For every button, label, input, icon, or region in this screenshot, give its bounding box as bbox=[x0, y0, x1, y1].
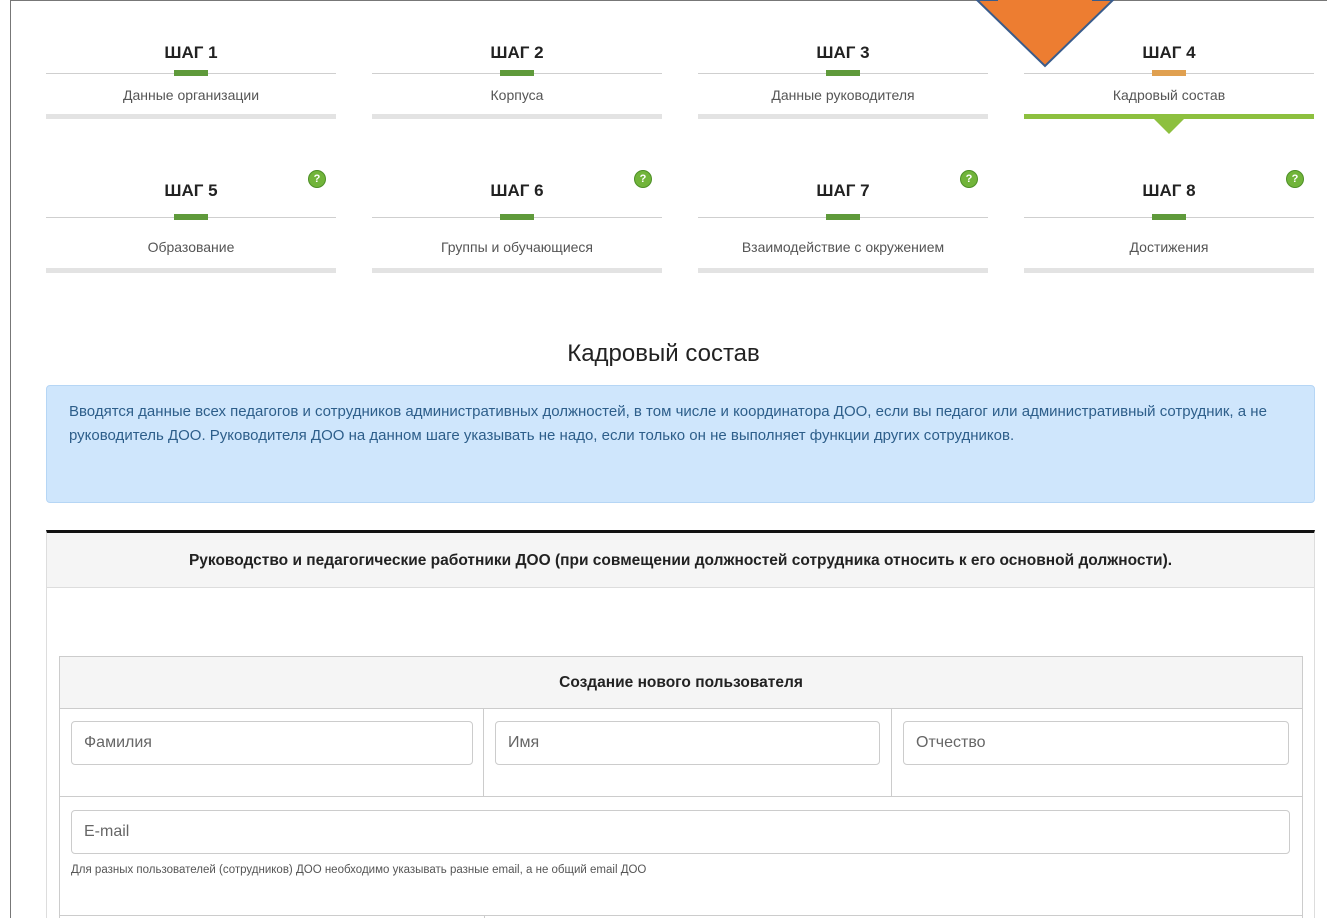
name-cell: Имя bbox=[484, 709, 892, 797]
step-status-mark bbox=[500, 70, 534, 76]
help-icon[interactable]: ? bbox=[1286, 170, 1304, 188]
frame-top-line bbox=[10, 0, 1327, 1]
step-label: Образование bbox=[147, 239, 235, 255]
step-2[interactable]: ШАГ 2 Корпуса bbox=[372, 5, 662, 135]
step-label: Группы и обучающиеся bbox=[440, 239, 594, 255]
step-title: ШАГ 8 bbox=[1142, 181, 1196, 200]
info-alert: Вводятся данные всех педагогов и сотрудн… bbox=[46, 385, 1315, 503]
step-status-mark bbox=[174, 70, 208, 76]
step-title: ШАГ 2 bbox=[490, 43, 544, 62]
step-title: ШАГ 1 bbox=[164, 43, 218, 62]
step-1[interactable]: ШАГ 1 Данные организации bbox=[46, 5, 336, 135]
patronymic-cell: Отчество bbox=[892, 709, 1302, 797]
step-bar bbox=[372, 268, 662, 273]
step-5[interactable]: ШАГ 5 ? Образование bbox=[46, 139, 336, 273]
email-input[interactable]: E-mail bbox=[71, 810, 1290, 854]
step-status-mark bbox=[174, 214, 208, 220]
help-icon[interactable]: ? bbox=[634, 170, 652, 188]
step-status-mark bbox=[1152, 214, 1186, 220]
panel-heading: Руководство и педагогические работники Д… bbox=[47, 533, 1314, 588]
step-label: Кадровый состав bbox=[1112, 87, 1226, 103]
step-7[interactable]: ШАГ 7 ? Взаимодействие с окружением bbox=[698, 139, 988, 273]
page-title: Кадровый состав bbox=[567, 340, 760, 367]
step-status-mark bbox=[826, 214, 860, 220]
email-hint: Для разных пользователей (сотрудников) Д… bbox=[71, 864, 647, 876]
staff-panel: Руководство и педагогические работники Д… bbox=[46, 530, 1315, 918]
frame-left-line bbox=[10, 0, 11, 918]
step-title: ШАГ 3 bbox=[816, 43, 870, 62]
step-bar bbox=[46, 268, 336, 273]
step-label: Корпуса bbox=[490, 87, 544, 103]
info-text: Вводятся данные всех педагогов и сотрудн… bbox=[69, 403, 1267, 444]
surname-input[interactable]: Фамилия bbox=[71, 721, 473, 765]
email-row: E-mail Для разных пользователей (сотрудн… bbox=[60, 798, 1302, 916]
step-label: Данные организации bbox=[122, 87, 260, 103]
step-title: ШАГ 5 bbox=[164, 181, 218, 200]
step-status-mark bbox=[1152, 70, 1186, 76]
step-bar bbox=[698, 268, 988, 273]
step-label: Данные руководителя bbox=[771, 87, 915, 103]
step-8[interactable]: ШАГ 8 ? Достижения bbox=[1024, 139, 1314, 273]
step-6[interactable]: ШАГ 6 ? Группы и обучающиеся bbox=[372, 139, 662, 273]
create-user-form: Создание нового пользователя Фамилия Имя… bbox=[59, 656, 1303, 918]
name-fields-row: Фамилия Имя Отчество bbox=[60, 709, 1302, 797]
step-bar bbox=[46, 114, 336, 119]
step-title: ШАГ 7 bbox=[816, 181, 870, 200]
step-bar bbox=[1024, 268, 1314, 273]
step-label: Взаимодействие с окружением bbox=[741, 239, 945, 255]
current-step-caret-icon bbox=[1154, 119, 1184, 134]
form-heading: Создание нового пользователя bbox=[60, 657, 1302, 709]
name-input[interactable]: Имя bbox=[495, 721, 880, 765]
step-bar bbox=[372, 114, 662, 119]
step-title: ШАГ 6 bbox=[490, 181, 544, 200]
step-3[interactable]: ШАГ 3 Данные руководителя bbox=[698, 5, 988, 135]
step-bar bbox=[698, 114, 988, 119]
step-label: Достижения bbox=[1129, 239, 1209, 255]
surname-cell: Фамилия bbox=[60, 709, 484, 797]
patronymic-input[interactable]: Отчество bbox=[903, 721, 1289, 765]
step-status-mark bbox=[500, 214, 534, 220]
step-status-mark bbox=[826, 70, 860, 76]
annotation-arrow-icon bbox=[975, 0, 1115, 68]
help-icon[interactable]: ? bbox=[960, 170, 978, 188]
help-icon[interactable]: ? bbox=[308, 170, 326, 188]
